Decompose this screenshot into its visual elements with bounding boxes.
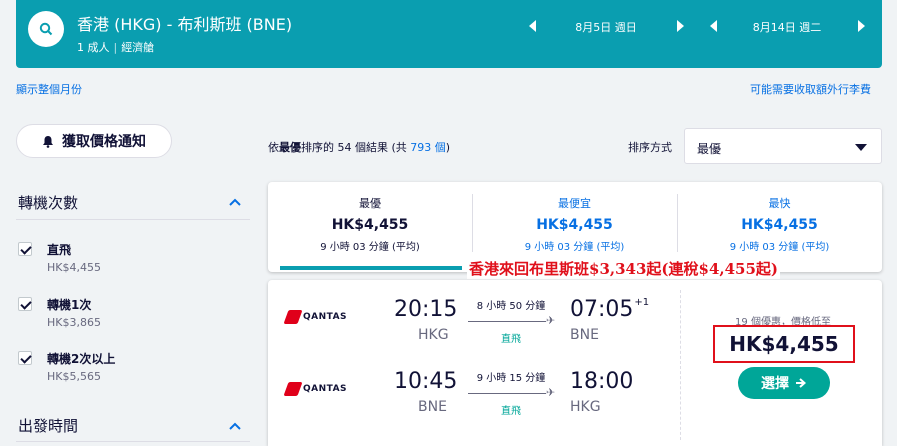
departure-time: 10:45 [394,369,458,394]
depart-next-day-button[interactable] [674,17,686,35]
outbound-leg: QANTAS 20:15 HKG 8 小時 50 分鐘 ✈ 直飛 07:05+1… [268,290,680,346]
caret-down-icon [855,144,867,151]
chevron-left-icon [709,20,717,32]
tab-duration: 9 小時 03 分鐘 (平均) [729,242,830,253]
itinerary-card[interactable]: QANTAS 20:15 HKG 8 小時 50 分鐘 ✈ 直飛 07:05+1… [268,280,882,446]
airline-logo: QANTAS [283,382,347,396]
departure-time-filter-title[interactable]: 出發時間 [18,415,78,436]
depart-date-picker: 8月5日 週日 [526,17,686,35]
flight-line [468,393,546,394]
arrow-right-icon [796,378,807,388]
bell-icon [43,135,53,148]
plane-icon: ✈ [546,386,556,399]
checkbox-checked[interactable] [18,297,32,311]
tab-price: HK$4,455 [331,217,409,233]
promo-annotation: 香港來回布里斯班$3,343起(連稅$4,455起) [467,259,781,279]
baggage-fees-link[interactable]: 可能需要收取額外行李費 [750,81,871,97]
sort-value: 最優 [697,142,722,156]
price-alert-button[interactable]: 獲取價格通知 [16,124,172,158]
departure-airport: HKG [418,327,449,343]
inbound-leg: QANTAS 10:45 BNE 9 小時 15 分鐘 ✈ 直飛 18:00 H… [268,362,680,418]
airline-logo: QANTAS [283,310,347,324]
trip-details: 1 成人 | 經濟艙 [77,41,155,54]
day-offset: +1 [634,297,650,308]
cabin-class: 經濟艙 [121,41,155,54]
chevron-right-icon [676,20,684,32]
arrival-time: 07:05+1 [570,297,650,322]
return-date[interactable]: 8月14日 週二 [721,19,853,35]
select-button[interactable]: 選擇 [738,367,830,399]
chevron-left-icon [528,20,536,32]
divider [16,219,250,220]
tab-title: 最快 [768,197,791,210]
show-whole-month-link[interactable]: 顯示整個月份 [16,81,82,97]
kangaroo-icon [283,310,303,324]
flight-duration: 9 小時 15 分鐘 [476,373,546,384]
departure-airport: BNE [418,399,447,415]
return-prev-day-button[interactable] [707,17,719,35]
price-alert-label: 獲取價格通知 [62,134,146,150]
stops-option-price: HK$4,455 [47,261,101,274]
results-count: 依最優排序的 54 個結果 (共 793 個) [268,141,451,154]
stops-option-label: 轉機2次以上 [47,352,116,366]
checkbox-checked[interactable] [18,242,32,256]
stops-option-price: HK$3,865 [47,316,101,329]
divider [16,441,250,442]
route-title[interactable]: 香港 (HKG) - 布利斯班 (BNE) [77,11,292,35]
passengers: 1 成人 [77,41,110,54]
tab-best[interactable]: 最優 HK$4,455 9 小時 03 分鐘 (平均) [268,182,472,272]
return-date-picker: 8月14日 週二 [707,17,867,35]
tab-price: HK$4,455 [536,217,613,233]
sort-select[interactable]: 最優 [684,128,882,164]
stops-filter-title[interactable]: 轉機次數 [18,192,78,213]
arrival-airport: HKG [570,399,601,415]
stops-label: 直飛 [501,406,521,417]
stops-option-price: HK$5,565 [47,370,101,383]
kangaroo-icon [283,382,303,396]
tab-price: HK$4,455 [741,217,818,233]
arrival-airport: BNE [570,327,599,343]
chevron-up-icon[interactable] [229,420,241,432]
active-tab-indicator [280,266,462,270]
search-summary-bar: 香港 (HKG) - 布利斯班 (BNE) 1 成人 | 經濟艙 8月5日 週日 8… [16,0,882,68]
flight-duration: 8 小時 50 分鐘 [476,301,546,312]
tab-duration: 9 小時 03 分鐘 (平均) [320,242,420,253]
itinerary-price: HK$4,455 [713,325,855,363]
arrival-time: 18:00 [570,369,634,394]
chevron-up-icon[interactable] [229,196,241,208]
sort-label: 排序方式 [628,141,672,154]
checkbox-checked[interactable] [18,351,32,365]
select-label: 選擇 [761,376,789,392]
stops-option-label: 直飛 [47,243,72,257]
departure-time: 20:15 [394,297,458,322]
tab-title: 最便宜 [558,197,591,210]
search-button[interactable] [28,11,64,47]
stops-option-label: 轉機1次 [47,298,92,312]
search-icon [39,22,53,36]
tab-duration: 9 小時 03 分鐘 (平均) [524,242,625,253]
return-next-day-button[interactable] [855,17,867,35]
stops-label: 直飛 [501,334,521,345]
depart-prev-day-button[interactable] [526,17,538,35]
flight-line [468,321,546,322]
chevron-right-icon [857,20,865,32]
divider [680,290,681,440]
tab-title: 最優 [359,197,381,210]
depart-date[interactable]: 8月5日 週日 [540,19,672,35]
plane-icon: ✈ [546,314,556,327]
